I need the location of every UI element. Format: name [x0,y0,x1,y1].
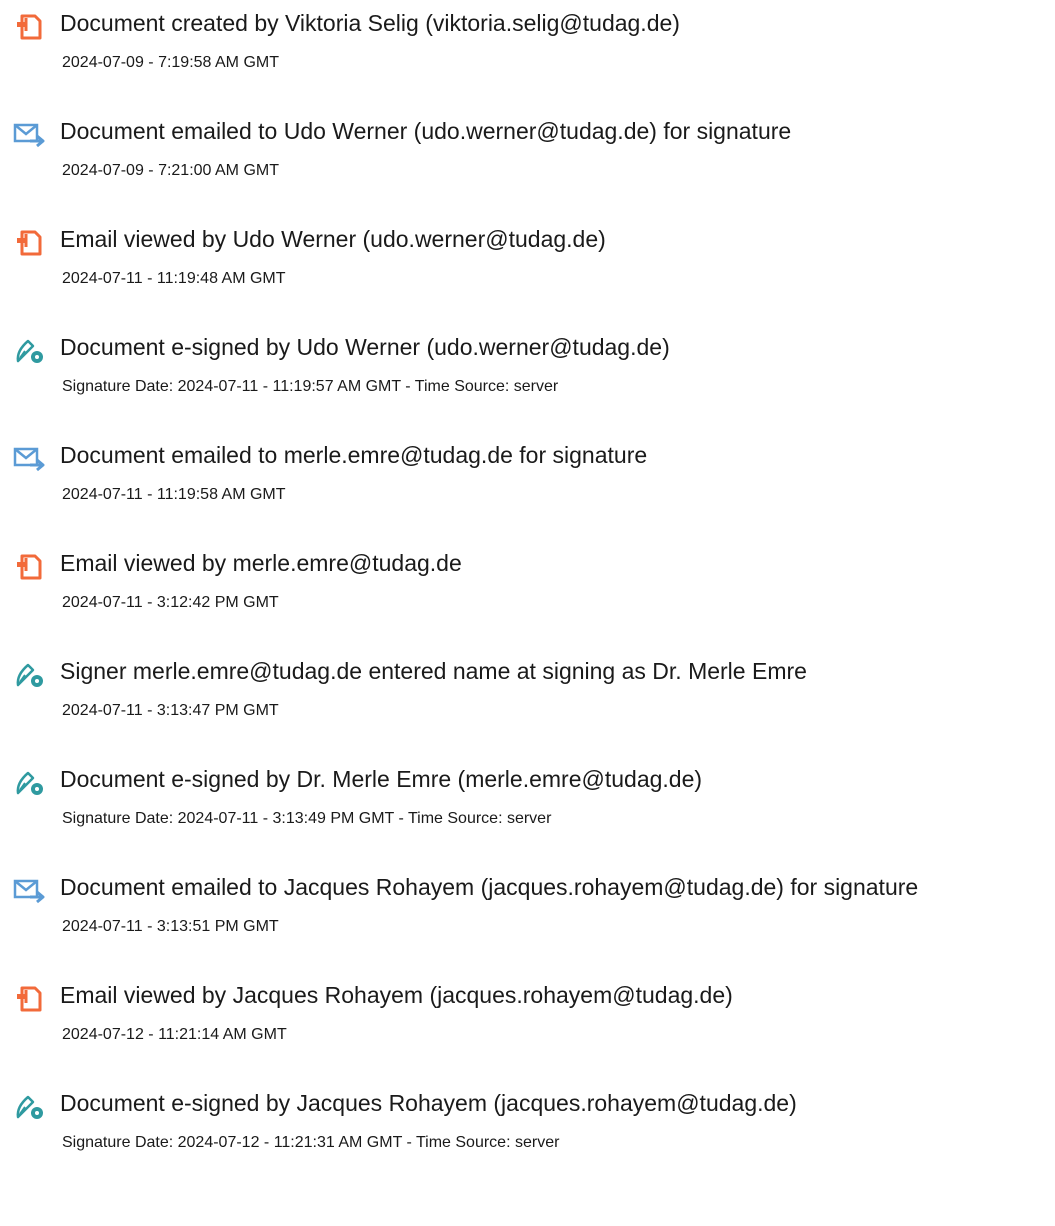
event-title: Document created by Viktoria Selig (vikt… [60,10,680,36]
event-time: 2024-07-09 - 7:19:58 AM GMT [62,54,279,71]
event-item: Document emailed to merle.emre@tudag.de … [13,440,1055,548]
event-item: Document created by Viktoria Selig (vikt… [13,8,1055,116]
email-icon [13,876,47,906]
event-time: Signature Date: 2024-07-11 - 3:13:49 PM … [62,810,552,827]
event-title: Document emailed to Udo Werner (udo.wern… [60,118,792,144]
document-icon [13,228,47,258]
document-icon [13,984,47,1014]
email-icon [13,120,47,150]
event-time: Signature Date: 2024-07-12 - 11:21:31 AM… [62,1134,560,1151]
event-title: Email viewed by Jacques Rohayem (jacques… [60,982,733,1008]
document-icon [13,552,47,582]
event-time: 2024-07-11 - 3:12:42 PM GMT [62,594,279,611]
event-title: Signer merle.emre@tudag.de entered name … [60,658,807,684]
event-title: Document e-signed by Jacques Rohayem (ja… [60,1090,797,1116]
audit-trail-events: Document created by Viktoria Selig (vikt… [0,0,1055,1196]
event-time: Signature Date: 2024-07-11 - 11:19:57 AM… [62,378,559,395]
document-icon [13,12,47,42]
event-item: Document e-signed by Dr. Merle Emre (mer… [13,764,1055,872]
event-item: Email viewed by Udo Werner (udo.werner@t… [13,224,1055,332]
event-time: 2024-07-12 - 11:21:14 AM GMT [62,1026,287,1043]
esign-icon [13,768,47,798]
event-item: Document emailed to Jacques Rohayem (jac… [13,872,1055,980]
event-item: Document emailed to Udo Werner (udo.wern… [13,116,1055,224]
event-title: Document e-signed by Dr. Merle Emre (mer… [60,766,703,792]
esign-icon [13,336,47,366]
event-title: Email viewed by Udo Werner (udo.werner@t… [60,226,606,252]
event-title: Email viewed by merle.emre@tudag.de [60,550,462,576]
event-title: Document e-signed by Udo Werner (udo.wer… [60,334,670,360]
esign-icon [13,1092,47,1122]
event-item: Document e-signed by Jacques Rohayem (ja… [13,1088,1055,1196]
event-item: Email viewed by Jacques Rohayem (jacques… [13,980,1055,1088]
event-item: Document e-signed by Udo Werner (udo.wer… [13,332,1055,440]
event-item: Signer merle.emre@tudag.de entered name … [13,656,1055,764]
esign-icon [13,660,47,690]
event-time: 2024-07-11 - 11:19:48 AM GMT [62,270,286,287]
event-time: 2024-07-09 - 7:21:00 AM GMT [62,162,279,179]
event-title: Document emailed to merle.emre@tudag.de … [60,442,648,468]
event-time: 2024-07-11 - 11:19:58 AM GMT [62,486,286,503]
event-item: Email viewed by merle.emre@tudag.de 2024… [13,548,1055,656]
event-title: Document emailed to Jacques Rohayem (jac… [60,874,919,900]
event-time: 2024-07-11 - 3:13:47 PM GMT [62,702,279,719]
email-icon [13,444,47,474]
event-time: 2024-07-11 - 3:13:51 PM GMT [62,918,279,935]
